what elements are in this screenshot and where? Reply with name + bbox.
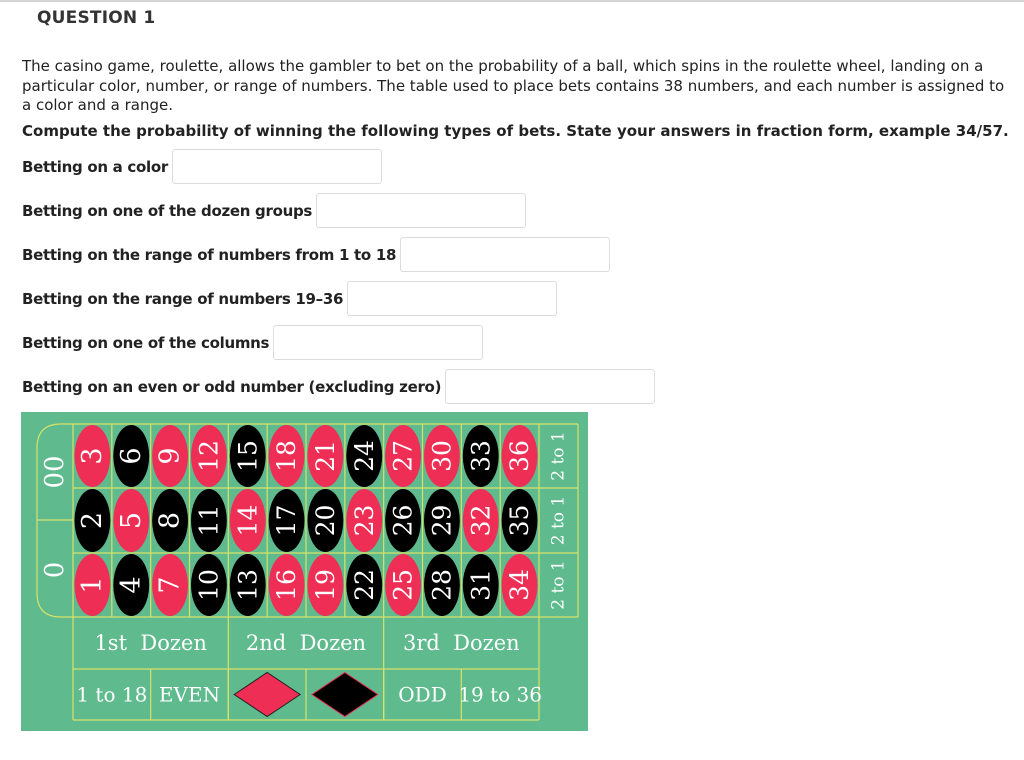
question-title: QUESTION 1 (37, 8, 156, 28)
number-label-33: 33 (466, 440, 495, 472)
number-label-11: 11 (194, 505, 223, 537)
number-label-7: 7 (155, 576, 186, 593)
dozen-label: 2nd Dozen (246, 631, 366, 655)
answer-row-color: Betting on a color (22, 148, 382, 185)
number-label-36: 36 (505, 440, 534, 472)
column-payout-label: 2 to 1 (549, 496, 569, 546)
number-label-16: 16 (272, 569, 301, 601)
answer-label: Betting on an even or odd number (exclud… (22, 377, 442, 396)
number-label-31: 31 (466, 569, 495, 601)
roulette-table-image: 0 00 3 2 1 6 5 4 9 8 7 12 11 10 15 14 13 18 17 16 21 20 19 24 23… (21, 412, 588, 731)
number-label-3: 3 (77, 447, 108, 464)
column-payout-label: 2 to 1 (549, 560, 569, 610)
dozen-label: 1st Dozen (94, 631, 206, 655)
answer-label: Betting on the range of numbers from 1 t… (22, 245, 397, 264)
number-label-34: 34 (505, 569, 534, 601)
number-label-9: 9 (155, 447, 186, 464)
red-diamond (233, 671, 302, 718)
answer-label: Betting on a color (22, 157, 168, 176)
answer-label: Betting on one of the dozen groups (22, 201, 313, 220)
answer-input-even-odd[interactable] (445, 369, 656, 404)
outside-bet-label: 1 to 18 (76, 683, 147, 707)
number-label-19: 19 (311, 569, 340, 601)
answer-input-1-to-18[interactable] (400, 237, 611, 272)
number-label-15: 15 (233, 440, 262, 472)
number-label-22: 22 (350, 569, 379, 601)
number-label-17: 17 (272, 505, 301, 537)
number-label-14: 14 (233, 505, 262, 537)
number-label-26: 26 (389, 505, 418, 537)
double-zero-label: 00 (40, 455, 70, 488)
number-label-13: 13 (233, 569, 262, 601)
number-label-6: 6 (116, 447, 147, 464)
dozen-label: 3rd Dozen (403, 631, 520, 655)
answer-row-19-to-36: Betting on the range of numbers 19–36 (22, 280, 558, 317)
number-label-21: 21 (311, 440, 340, 472)
number-label-32: 32 (466, 505, 495, 537)
number-label-2: 2 (77, 512, 108, 529)
column-payout-label: 2 to 1 (549, 431, 569, 481)
zero-label: 0 (40, 562, 70, 579)
number-label-5: 5 (116, 512, 147, 529)
number-label-24: 24 (350, 440, 379, 472)
top-divider (0, 0, 1024, 2)
number-label-29: 29 (427, 505, 456, 537)
outside-bet-label: ODD (398, 683, 446, 707)
answer-input-column[interactable] (273, 325, 484, 360)
answer-input-color[interactable] (171, 149, 382, 184)
number-label-20: 20 (311, 505, 340, 537)
answer-label: Betting on one of the columns (22, 333, 270, 352)
answer-row-even-odd: Betting on an even or odd number (exclud… (22, 368, 656, 405)
number-label-18: 18 (272, 440, 301, 472)
number-label-30: 30 (427, 440, 456, 472)
answer-input-dozen[interactable] (316, 193, 527, 228)
number-label-35: 35 (505, 505, 534, 537)
black-diamond (310, 671, 379, 718)
number-label-4: 4 (116, 576, 147, 593)
answer-label: Betting on the range of numbers 19–36 (22, 289, 344, 308)
answer-row-column: Betting on one of the columns (22, 324, 484, 361)
number-label-1: 1 (77, 576, 108, 593)
question-intro: The casino game, roulette, allows the ga… (22, 57, 1005, 114)
number-label-12: 12 (194, 440, 223, 472)
outside-bet-label: 19 to 36 (458, 683, 542, 707)
outside-bet-label: EVEN (159, 683, 220, 707)
number-label-28: 28 (427, 569, 456, 601)
answer-row-dozen: Betting on one of the dozen groups (22, 192, 527, 229)
number-label-25: 25 (389, 569, 418, 601)
number-label-8: 8 (155, 512, 186, 529)
number-label-27: 27 (389, 440, 418, 472)
roulette-table-svg: 000 3216549871211101514131817162120192423… (36, 423, 579, 721)
number-label-10: 10 (194, 569, 223, 601)
question-instruction: Compute the probability of winning the f… (22, 122, 1009, 140)
answer-row-1-to-18: Betting on the range of numbers from 1 t… (22, 236, 611, 273)
number-label-23: 23 (350, 505, 379, 537)
answer-input-19-to-36[interactable] (347, 281, 558, 316)
